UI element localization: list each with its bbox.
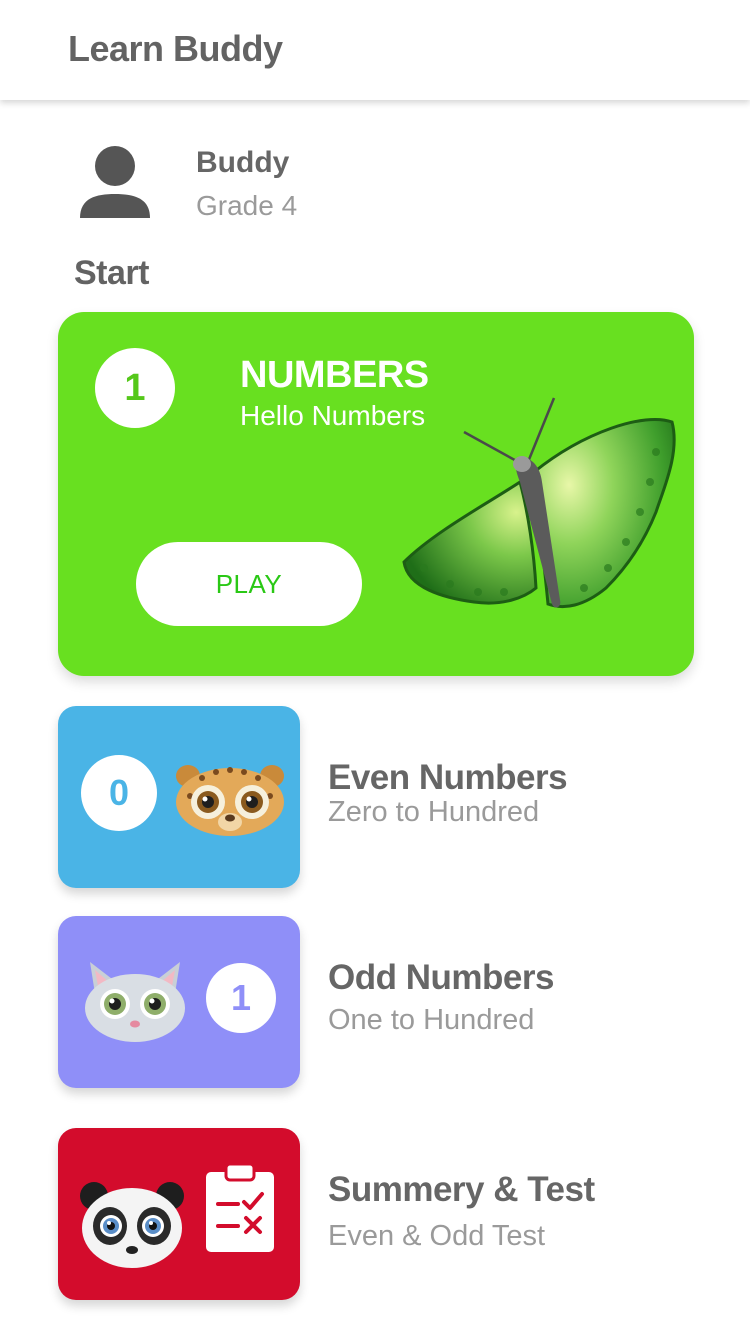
profile-name: Buddy <box>196 146 290 179</box>
summary-test-tile[interactable] <box>58 1128 300 1300</box>
featured-lesson-card[interactable]: 1 NUMBERS Hello Numbers PLAY <box>58 312 694 676</box>
user-avatar-icon[interactable] <box>76 142 154 222</box>
cat-face <box>85 962 185 1042</box>
play-button[interactable]: PLAY <box>136 542 362 626</box>
lesson-number-badge: 0 <box>81 755 157 831</box>
lesson-number-badge: 1 <box>95 348 175 428</box>
odd-numbers-subtitle: One to Hundred <box>328 1004 535 1036</box>
app-bar: Learn Buddy <box>0 0 750 100</box>
clipboard-check-icon <box>206 1164 274 1252</box>
odd-numbers-tile[interactable]: 1 <box>58 916 300 1088</box>
even-numbers-title[interactable]: Even Numbers <box>328 758 568 798</box>
even-numbers-subtitle: Zero to Hundred <box>328 796 540 828</box>
summary-test-subtitle: Even & Odd Test <box>328 1220 546 1252</box>
even-numbers-tile[interactable]: 0 <box>58 706 300 888</box>
lesson-number-badge: 1 <box>206 963 276 1033</box>
butterfly-illustration <box>402 397 676 609</box>
odd-numbers-title[interactable]: Odd Numbers <box>328 958 554 998</box>
profile-grade: Grade 4 <box>196 190 298 221</box>
app-title: Learn Buddy <box>68 28 283 69</box>
leopard-face <box>176 765 284 836</box>
summary-test-title[interactable]: Summery & Test <box>328 1170 595 1210</box>
panda-face <box>80 1182 184 1268</box>
section-title: Start <box>74 254 149 292</box>
featured-title: NUMBERS <box>240 354 429 396</box>
